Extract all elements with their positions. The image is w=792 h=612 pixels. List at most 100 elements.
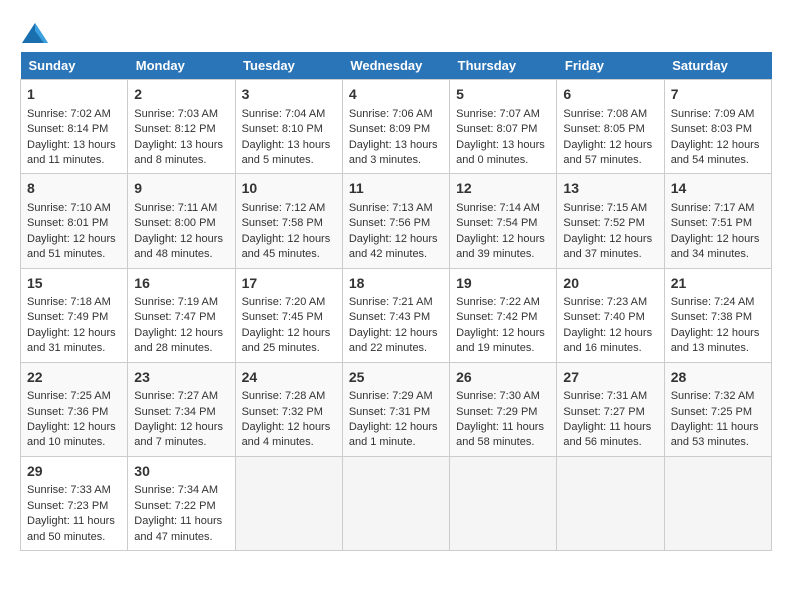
sunrise-text: Sunrise: 7:31 AM (563, 389, 657, 404)
sunset-text: Sunset: 7:27 PM (563, 405, 657, 420)
day-number: 11 (349, 179, 443, 199)
daylight-text: Daylight: 12 hours and 4 minutes. (242, 420, 336, 451)
day-number: 7 (671, 85, 765, 105)
calendar-cell: 8Sunrise: 7:10 AMSunset: 8:01 PMDaylight… (21, 174, 128, 268)
daylight-text: Daylight: 11 hours and 50 minutes. (27, 514, 121, 545)
calendar-cell: 28Sunrise: 7:32 AMSunset: 7:25 PMDayligh… (664, 362, 771, 456)
sunset-text: Sunset: 8:03 PM (671, 122, 765, 137)
day-number: 18 (349, 274, 443, 294)
sunrise-text: Sunrise: 7:12 AM (242, 201, 336, 216)
daylight-text: Daylight: 12 hours and 45 minutes. (242, 232, 336, 263)
sunrise-text: Sunrise: 7:13 AM (349, 201, 443, 216)
calendar-cell: 23Sunrise: 7:27 AMSunset: 7:34 PMDayligh… (128, 362, 235, 456)
calendar-table: SundayMondayTuesdayWednesdayThursdayFrid… (20, 52, 772, 551)
week-row-4: 22Sunrise: 7:25 AMSunset: 7:36 PMDayligh… (21, 362, 772, 456)
calendar-cell (664, 456, 771, 550)
sunset-text: Sunset: 7:58 PM (242, 216, 336, 231)
sunrise-text: Sunrise: 7:29 AM (349, 389, 443, 404)
logo (20, 20, 50, 42)
sunset-text: Sunset: 8:10 PM (242, 122, 336, 137)
sunrise-text: Sunrise: 7:08 AM (563, 107, 657, 122)
logo-icon (22, 23, 48, 43)
daylight-text: Daylight: 12 hours and 31 minutes. (27, 326, 121, 357)
week-row-5: 29Sunrise: 7:33 AMSunset: 7:23 PMDayligh… (21, 456, 772, 550)
sunset-text: Sunset: 7:54 PM (456, 216, 550, 231)
sunset-text: Sunset: 8:01 PM (27, 216, 121, 231)
calendar-cell: 18Sunrise: 7:21 AMSunset: 7:43 PMDayligh… (342, 268, 449, 362)
sunset-text: Sunset: 7:56 PM (349, 216, 443, 231)
sunrise-text: Sunrise: 7:14 AM (456, 201, 550, 216)
calendar-cell: 17Sunrise: 7:20 AMSunset: 7:45 PMDayligh… (235, 268, 342, 362)
calendar-cell: 29Sunrise: 7:33 AMSunset: 7:23 PMDayligh… (21, 456, 128, 550)
calendar-cell: 16Sunrise: 7:19 AMSunset: 7:47 PMDayligh… (128, 268, 235, 362)
sunset-text: Sunset: 8:14 PM (27, 122, 121, 137)
daylight-text: Daylight: 13 hours and 0 minutes. (456, 138, 550, 169)
sunrise-text: Sunrise: 7:19 AM (134, 295, 228, 310)
sunset-text: Sunset: 7:47 PM (134, 310, 228, 325)
day-number: 2 (134, 85, 228, 105)
day-number: 20 (563, 274, 657, 294)
sunset-text: Sunset: 7:25 PM (671, 405, 765, 420)
day-number: 19 (456, 274, 550, 294)
sunset-text: Sunset: 7:23 PM (27, 499, 121, 514)
calendar-cell: 11Sunrise: 7:13 AMSunset: 7:56 PMDayligh… (342, 174, 449, 268)
daylight-text: Daylight: 12 hours and 51 minutes. (27, 232, 121, 263)
sunrise-text: Sunrise: 7:02 AM (27, 107, 121, 122)
sunrise-text: Sunrise: 7:22 AM (456, 295, 550, 310)
day-number: 14 (671, 179, 765, 199)
day-number: 29 (27, 462, 121, 482)
sunrise-text: Sunrise: 7:03 AM (134, 107, 228, 122)
sunset-text: Sunset: 8:00 PM (134, 216, 228, 231)
day-number: 25 (349, 368, 443, 388)
daylight-text: Daylight: 12 hours and 48 minutes. (134, 232, 228, 263)
col-header-friday: Friday (557, 52, 664, 80)
col-header-wednesday: Wednesday (342, 52, 449, 80)
sunset-text: Sunset: 7:29 PM (456, 405, 550, 420)
sunrise-text: Sunrise: 7:25 AM (27, 389, 121, 404)
calendar-cell: 26Sunrise: 7:30 AMSunset: 7:29 PMDayligh… (450, 362, 557, 456)
calendar-cell: 3Sunrise: 7:04 AMSunset: 8:10 PMDaylight… (235, 80, 342, 174)
sunrise-text: Sunrise: 7:17 AM (671, 201, 765, 216)
week-row-2: 8Sunrise: 7:10 AMSunset: 8:01 PMDaylight… (21, 174, 772, 268)
daylight-text: Daylight: 12 hours and 13 minutes. (671, 326, 765, 357)
sunset-text: Sunset: 7:45 PM (242, 310, 336, 325)
sunset-text: Sunset: 7:32 PM (242, 405, 336, 420)
day-number: 30 (134, 462, 228, 482)
col-header-tuesday: Tuesday (235, 52, 342, 80)
daylight-text: Daylight: 12 hours and 25 minutes. (242, 326, 336, 357)
daylight-text: Daylight: 12 hours and 7 minutes. (134, 420, 228, 451)
day-number: 5 (456, 85, 550, 105)
day-number: 12 (456, 179, 550, 199)
calendar-cell: 19Sunrise: 7:22 AMSunset: 7:42 PMDayligh… (450, 268, 557, 362)
col-header-saturday: Saturday (664, 52, 771, 80)
sunrise-text: Sunrise: 7:21 AM (349, 295, 443, 310)
sunset-text: Sunset: 7:49 PM (27, 310, 121, 325)
logo-text (20, 20, 50, 44)
sunrise-text: Sunrise: 7:33 AM (27, 483, 121, 498)
sunrise-text: Sunrise: 7:04 AM (242, 107, 336, 122)
day-number: 8 (27, 179, 121, 199)
day-number: 1 (27, 85, 121, 105)
calendar-cell: 9Sunrise: 7:11 AMSunset: 8:00 PMDaylight… (128, 174, 235, 268)
col-header-sunday: Sunday (21, 52, 128, 80)
daylight-text: Daylight: 12 hours and 10 minutes. (27, 420, 121, 451)
calendar-cell: 4Sunrise: 7:06 AMSunset: 8:09 PMDaylight… (342, 80, 449, 174)
week-row-3: 15Sunrise: 7:18 AMSunset: 7:49 PMDayligh… (21, 268, 772, 362)
daylight-text: Daylight: 13 hours and 11 minutes. (27, 138, 121, 169)
calendar-cell: 6Sunrise: 7:08 AMSunset: 8:05 PMDaylight… (557, 80, 664, 174)
calendar-cell: 30Sunrise: 7:34 AMSunset: 7:22 PMDayligh… (128, 456, 235, 550)
sunset-text: Sunset: 8:05 PM (563, 122, 657, 137)
week-row-1: 1Sunrise: 7:02 AMSunset: 8:14 PMDaylight… (21, 80, 772, 174)
daylight-text: Daylight: 11 hours and 58 minutes. (456, 420, 550, 451)
page-header (20, 20, 772, 42)
sunset-text: Sunset: 7:34 PM (134, 405, 228, 420)
day-number: 4 (349, 85, 443, 105)
day-number: 13 (563, 179, 657, 199)
day-number: 21 (671, 274, 765, 294)
daylight-text: Daylight: 13 hours and 5 minutes. (242, 138, 336, 169)
calendar-cell: 12Sunrise: 7:14 AMSunset: 7:54 PMDayligh… (450, 174, 557, 268)
day-number: 24 (242, 368, 336, 388)
daylight-text: Daylight: 12 hours and 22 minutes. (349, 326, 443, 357)
sunset-text: Sunset: 7:22 PM (134, 499, 228, 514)
daylight-text: Daylight: 12 hours and 1 minute. (349, 420, 443, 451)
